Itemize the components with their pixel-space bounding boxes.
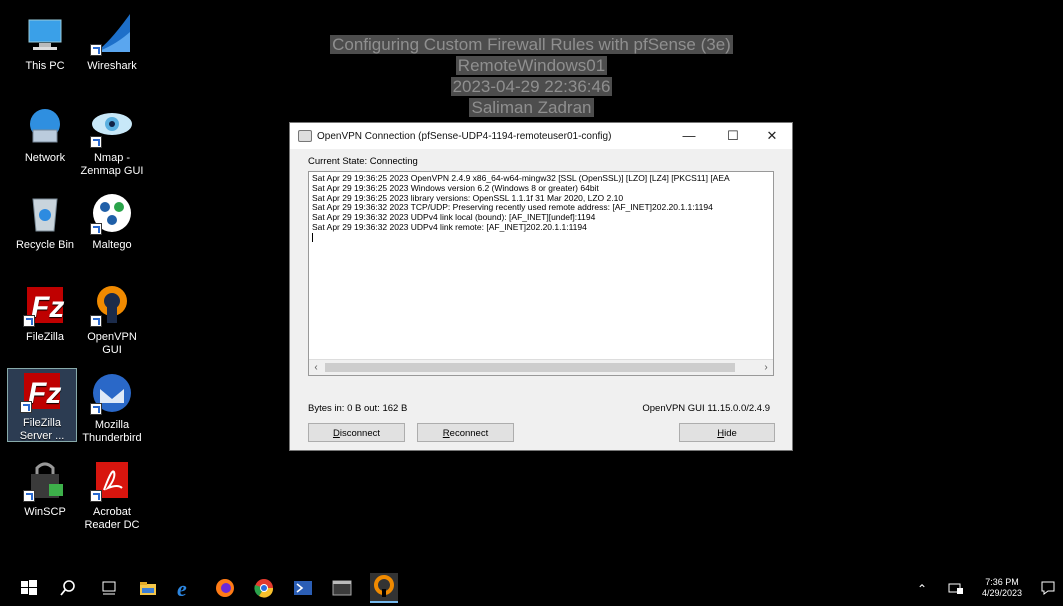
icon-label: FileZilla bbox=[26, 331, 64, 343]
svg-text:e: e bbox=[177, 578, 187, 598]
lab-watermark: Configuring Custom Firewall Rules with p… bbox=[0, 34, 1063, 118]
disconnect-mnemonic: D bbox=[332, 428, 340, 439]
icon-label: GUI bbox=[102, 344, 122, 356]
bytes-counter: Bytes in: 0 B out: 162 B bbox=[308, 403, 408, 414]
icon-label: Maltego bbox=[92, 239, 132, 251]
chrome-icon bbox=[254, 579, 274, 598]
openvpn-window-icon bbox=[298, 130, 312, 142]
file-explorer-taskbar[interactable] bbox=[138, 578, 158, 598]
clock-time: 7:36 PM bbox=[985, 577, 1019, 587]
search-icon bbox=[60, 580, 75, 596]
maltego-icon bbox=[90, 191, 134, 235]
scroll-left-icon[interactable]: ‹ bbox=[309, 360, 323, 375]
log-line: Sat Apr 29 19:36:32 2023 UDPv4 link remo… bbox=[312, 221, 587, 232]
hide-label: ide bbox=[724, 428, 737, 439]
icon-label: Nmap - bbox=[93, 152, 131, 164]
svg-text:Fz: Fz bbox=[28, 377, 61, 410]
command-prompt-taskbar[interactable] bbox=[332, 578, 352, 598]
folder-icon bbox=[140, 582, 156, 595]
window-title: OpenVPN Connection (pfSense-UDP4-1194-re… bbox=[317, 130, 612, 142]
desktop-icon-openvpn-gui[interactable]: OpenVPN GUI bbox=[78, 283, 146, 357]
firefox-taskbar[interactable] bbox=[215, 578, 235, 598]
reconnect-button[interactable]: Reconnect bbox=[417, 423, 514, 442]
start-button[interactable] bbox=[19, 578, 39, 598]
openvpn-icon bbox=[90, 283, 134, 327]
recycle-bin-icon bbox=[23, 191, 67, 235]
horizontal-scrollbar[interactable]: ‹ › bbox=[309, 359, 773, 375]
icon-label: WinSCP bbox=[24, 506, 66, 518]
watermark-timestamp: 2023-04-29 22:36:46 bbox=[450, 77, 613, 96]
chrome-taskbar[interactable] bbox=[254, 578, 274, 598]
scrollbar-thumb[interactable] bbox=[325, 363, 735, 372]
desktop-icon-filezilla-server[interactable]: Fz FileZilla Server ... bbox=[7, 368, 77, 442]
network-tray[interactable] bbox=[948, 581, 964, 597]
watermark-lab-title: Configuring Custom Firewall Rules with p… bbox=[330, 35, 733, 54]
show-hidden-icons-button[interactable]: ⌃ bbox=[917, 582, 927, 596]
search-button[interactable] bbox=[58, 578, 78, 598]
action-center-button[interactable] bbox=[1040, 580, 1056, 598]
reconnect-label: econnect bbox=[449, 428, 489, 439]
openvpn-taskbar[interactable] bbox=[370, 573, 398, 603]
windows-logo-icon bbox=[21, 580, 37, 595]
watermark-machine: RemoteWindows01 bbox=[455, 56, 608, 75]
icon-label: Mozilla bbox=[94, 419, 130, 431]
minimize-button[interactable]: — bbox=[670, 123, 708, 149]
powershell-icon bbox=[294, 581, 312, 595]
desktop-icon-maltego[interactable]: Maltego bbox=[78, 191, 146, 252]
clock-date: 4/29/2023 bbox=[981, 588, 1023, 598]
task-view-icon bbox=[102, 581, 116, 595]
icon-label: Thunderbird bbox=[82, 432, 142, 444]
terminal-icon bbox=[332, 580, 352, 596]
filezilla-icon: Fz bbox=[23, 283, 67, 327]
disconnect-button[interactable]: Disconnect bbox=[308, 423, 405, 442]
firefox-icon bbox=[216, 579, 234, 597]
maximize-button[interactable]: ☐ bbox=[714, 123, 752, 149]
desktop-icon-winscp[interactable]: WinSCP bbox=[11, 458, 79, 519]
filezilla-server-icon: Fz bbox=[20, 369, 64, 413]
scroll-right-icon[interactable]: › bbox=[759, 360, 773, 375]
powershell-taskbar[interactable] bbox=[293, 578, 313, 598]
taskbar: e ⌃ 7:36 PM 4/29/2023 bbox=[0, 573, 1063, 603]
connection-log[interactable]: Sat Apr 29 19:36:25 2023 OpenVPN 2.4.9 x… bbox=[308, 171, 774, 376]
network-tray-icon bbox=[948, 583, 963, 594]
icon-label: Zenmap GUI bbox=[80, 165, 144, 177]
openvpn-taskbar-icon bbox=[374, 575, 394, 597]
hide-button[interactable]: Hide bbox=[679, 423, 775, 442]
icon-label: Reader DC bbox=[84, 519, 140, 531]
icon-label: Recycle Bin bbox=[15, 239, 75, 251]
edge-taskbar[interactable]: e bbox=[176, 576, 196, 601]
notification-icon bbox=[1041, 581, 1055, 595]
desktop-icon-recycle-bin[interactable]: Recycle Bin bbox=[11, 191, 79, 252]
task-view-button[interactable] bbox=[99, 578, 119, 598]
openvpn-connection-window: OpenVPN Connection (pfSense-UDP4-1194-re… bbox=[289, 122, 793, 451]
desktop-icon-filezilla[interactable]: Fz FileZilla bbox=[11, 283, 79, 344]
reconnect-mnemonic: R bbox=[442, 428, 450, 439]
current-state-label: Current State: Connecting bbox=[308, 156, 418, 167]
clock[interactable]: 7:36 PM 4/29/2023 bbox=[980, 577, 1024, 599]
window-titlebar[interactable]: OpenVPN Connection (pfSense-UDP4-1194-re… bbox=[290, 123, 792, 149]
acrobat-reader-icon bbox=[90, 458, 134, 502]
icon-label: Acrobat bbox=[93, 506, 131, 518]
icon-label: FileZilla bbox=[23, 417, 61, 429]
icon-label: Server ... bbox=[19, 430, 65, 442]
thunderbird-icon bbox=[90, 371, 134, 415]
winscp-icon bbox=[23, 458, 67, 502]
gui-version: OpenVPN GUI 11.15.0.0/2.4.9 bbox=[642, 403, 770, 414]
watermark-user: Saliman Zadran bbox=[469, 98, 594, 117]
icon-label: OpenVPN bbox=[87, 331, 137, 343]
desktop-icon-acrobat[interactable]: Acrobat Reader DC bbox=[78, 458, 146, 532]
desktop-icon-thunderbird[interactable]: Mozilla Thunderbird bbox=[78, 371, 146, 445]
close-button[interactable]: ✕ bbox=[753, 123, 791, 149]
svg-text:Fz: Fz bbox=[31, 291, 64, 324]
disconnect-label: isconnect bbox=[339, 428, 380, 439]
edge-icon: e bbox=[177, 576, 187, 601]
icon-label: Network bbox=[24, 152, 66, 164]
text-caret bbox=[312, 232, 313, 242]
